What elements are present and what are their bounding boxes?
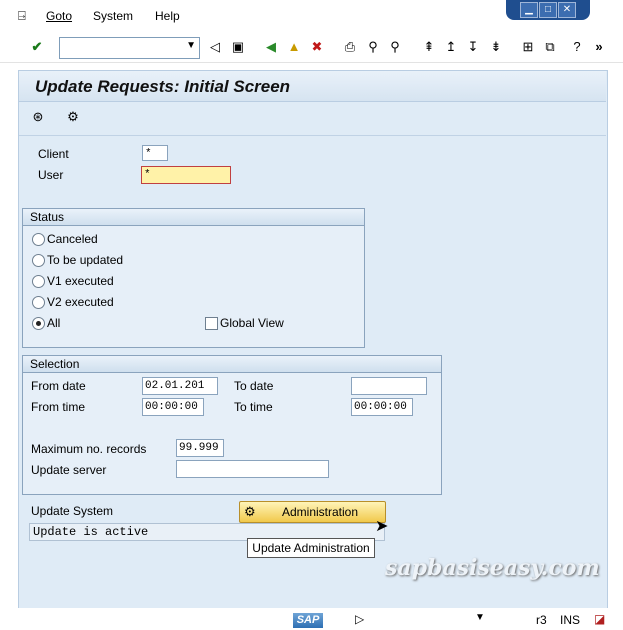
radio-v2-executed[interactable]	[32, 296, 45, 309]
selection-group-header	[23, 356, 441, 373]
lock-icon: ◪	[594, 612, 606, 626]
chevron-down-icon[interactable]: ▼	[186, 40, 196, 51]
gear-icon: ⚙	[244, 504, 256, 519]
user-field[interactable]: *	[141, 166, 231, 184]
to-time-label: To time	[234, 400, 273, 414]
play-icon[interactable]: ▷	[355, 612, 364, 626]
window-controls: ▁ □ ✕	[506, 0, 590, 20]
radio-to-be-updated[interactable]	[32, 254, 45, 267]
from-time-field[interactable]: 00:00:00	[142, 398, 204, 416]
menu-goto[interactable]: Goto	[46, 9, 72, 23]
close-icon[interactable]: ✕	[558, 2, 576, 18]
radio-canceled[interactable]	[32, 233, 45, 246]
to-time-field[interactable]: 00:00:00	[351, 398, 413, 416]
execute-icon[interactable]: ⊛	[29, 108, 47, 126]
back-icon[interactable]: ◀	[262, 38, 280, 56]
from-date-field[interactable]: 02.01.201	[142, 377, 218, 395]
mouse-pointer-icon: ➤	[375, 518, 389, 535]
from-time-label: From time	[31, 400, 85, 414]
radio-canceled-label: Canceled	[47, 232, 98, 246]
status-group-header	[23, 209, 364, 226]
more-icon[interactable]: »	[590, 38, 608, 56]
minimize-icon[interactable]: ▁	[520, 2, 538, 18]
insert-mode-text: INS	[560, 613, 581, 627]
back-arrow-icon[interactable]: ◁	[206, 38, 224, 56]
maximize-icon[interactable]: □	[539, 2, 557, 18]
update-server-field[interactable]	[176, 460, 329, 478]
to-date-label: To date	[234, 379, 274, 393]
application-toolbar: ⊛ ⚙	[19, 102, 606, 136]
sap-logo: SAP	[293, 613, 323, 628]
update-server-label: Update server	[31, 463, 107, 477]
radio-all[interactable]	[32, 317, 45, 330]
global-view-checkbox[interactable]	[205, 317, 218, 330]
user-label: User	[38, 168, 64, 182]
exit-icon[interactable]: ▲	[285, 38, 303, 56]
status-bar: SAP ▷ ▼ r3 INS ◪	[0, 608, 623, 630]
new-session-icon[interactable]: ⊞	[519, 38, 537, 56]
radio-all-label: All	[47, 316, 61, 330]
find-next-icon[interactable]: ⚲	[386, 38, 404, 56]
save-icon[interactable]: ▣	[229, 38, 247, 56]
max-records-label: Maximum no. records	[31, 442, 147, 456]
to-date-field[interactable]	[351, 377, 427, 395]
print-icon[interactable]: ⎙	[341, 38, 359, 56]
tooltip: Update Administration	[247, 538, 375, 558]
client-field[interactable]: *	[142, 145, 168, 161]
settings-gear-icon[interactable]: ⚙	[64, 108, 82, 126]
menu-system[interactable]: System	[93, 9, 133, 23]
session-text: r3	[536, 613, 547, 627]
page-title: Update Requests: Initial Screen	[35, 77, 291, 96]
from-date-label: From date	[31, 379, 86, 393]
help-icon[interactable]: ?	[568, 38, 586, 56]
menu-help[interactable]: Help	[155, 9, 180, 23]
cancel-icon[interactable]: ✖	[308, 38, 326, 56]
selection-group: Selection From date 02.01.201 To date Fr…	[22, 355, 442, 495]
dropdown-icon[interactable]: ▼	[475, 612, 485, 623]
watermark: sapbasiseasy.com	[385, 555, 600, 581]
last-page-icon[interactable]: ⇟	[487, 38, 505, 56]
command-field[interactable]: ▼	[59, 37, 200, 59]
shortcut-icon[interactable]: ⧉	[541, 38, 559, 56]
status-group: Status Canceled To be updated V1 execute…	[22, 208, 365, 348]
radio-v1-executed-label: V1 executed	[47, 274, 114, 288]
next-page-icon[interactable]: ↧	[464, 38, 482, 56]
first-page-icon[interactable]: ⇞	[420, 38, 438, 56]
administration-button-label: Administration	[282, 505, 359, 519]
update-system-label: Update System	[31, 504, 114, 518]
enter-icon[interactable]: ✔	[28, 38, 46, 56]
selection-group-title: Selection	[30, 357, 80, 371]
radio-v1-executed[interactable]	[32, 275, 45, 288]
menu-icon[interactable]: ⍈	[18, 8, 26, 24]
prev-page-icon[interactable]: ↥	[442, 38, 460, 56]
client-label: Client	[38, 147, 69, 161]
radio-v2-executed-label: V2 executed	[47, 295, 114, 309]
status-group-title: Status	[30, 210, 65, 224]
find-icon[interactable]: ⚲	[364, 38, 382, 56]
administration-button[interactable]: ⚙ Administration	[239, 501, 386, 523]
radio-to-be-updated-label: To be updated	[47, 253, 124, 267]
max-records-field[interactable]: 99.999	[176, 439, 224, 457]
global-view-label: Global View	[220, 316, 284, 330]
